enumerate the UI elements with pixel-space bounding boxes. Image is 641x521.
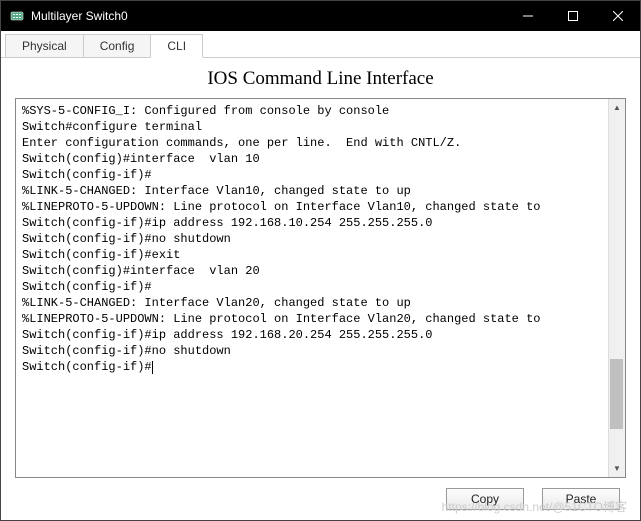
scroll-thumb[interactable] [610,359,623,429]
scroll-up-icon[interactable]: ▲ [609,99,625,116]
maximize-button[interactable] [550,1,595,31]
tab-physical[interactable]: Physical [5,34,84,57]
terminal-line: Switch#configure terminal [22,119,602,135]
terminal-line: Switch(config-if)#ip address 192.168.20.… [22,327,602,343]
tab-config[interactable]: Config [83,34,152,57]
terminal-line: %LINK-5-CHANGED: Interface Vlan20, chang… [22,295,602,311]
terminal-line: Enter configuration commands, one per li… [22,135,602,151]
scroll-down-icon[interactable]: ▼ [609,460,625,477]
terminal-line: Switch(config-if)# [22,359,602,375]
copy-button[interactable]: Copy [446,488,524,510]
terminal-output[interactable]: %SYS-5-CONFIG_I: Configured from console… [16,99,608,477]
minimize-button[interactable] [505,1,550,31]
terminal-line: Switch(config-if)#no shutdown [22,231,602,247]
tab-content: IOS Command Line Interface %SYS-5-CONFIG… [1,58,640,520]
close-button[interactable] [595,1,640,31]
text-cursor [152,361,153,374]
terminal-line: Switch(config-if)#exit [22,247,602,263]
app-window: Multilayer Switch0 Physical Config CLI I… [0,0,641,521]
terminal-line: Switch(config-if)# [22,279,602,295]
terminal-line: %SYS-5-CONFIG_I: Configured from console… [22,103,602,119]
terminal-line: Switch(config)#interface vlan 20 [22,263,602,279]
terminal-line: Switch(config-if)# [22,167,602,183]
terminal-line: %LINEPROTO-5-UPDOWN: Line protocol on In… [22,311,602,327]
app-icon [9,8,25,24]
terminal-line: %LINEPROTO-5-UPDOWN: Line protocol on In… [22,199,602,215]
button-row: Copy Paste [15,478,626,510]
window-controls [505,1,640,31]
tab-bar: Physical Config CLI [1,31,640,58]
tab-cli[interactable]: CLI [150,34,203,58]
terminal-line: Switch(config)#interface vlan 10 [22,151,602,167]
titlebar[interactable]: Multilayer Switch0 [1,1,640,31]
window-title: Multilayer Switch0 [31,9,505,23]
terminal-line: Switch(config-if)#ip address 192.168.10.… [22,215,602,231]
paste-button[interactable]: Paste [542,488,620,510]
scrollbar[interactable]: ▲ ▼ [608,99,625,477]
terminal-line: %LINK-5-CHANGED: Interface Vlan10, chang… [22,183,602,199]
terminal-container: %SYS-5-CONFIG_I: Configured from console… [15,98,626,478]
cli-heading: IOS Command Line Interface [15,68,626,90]
terminal-line: Switch(config-if)#no shutdown [22,343,602,359]
